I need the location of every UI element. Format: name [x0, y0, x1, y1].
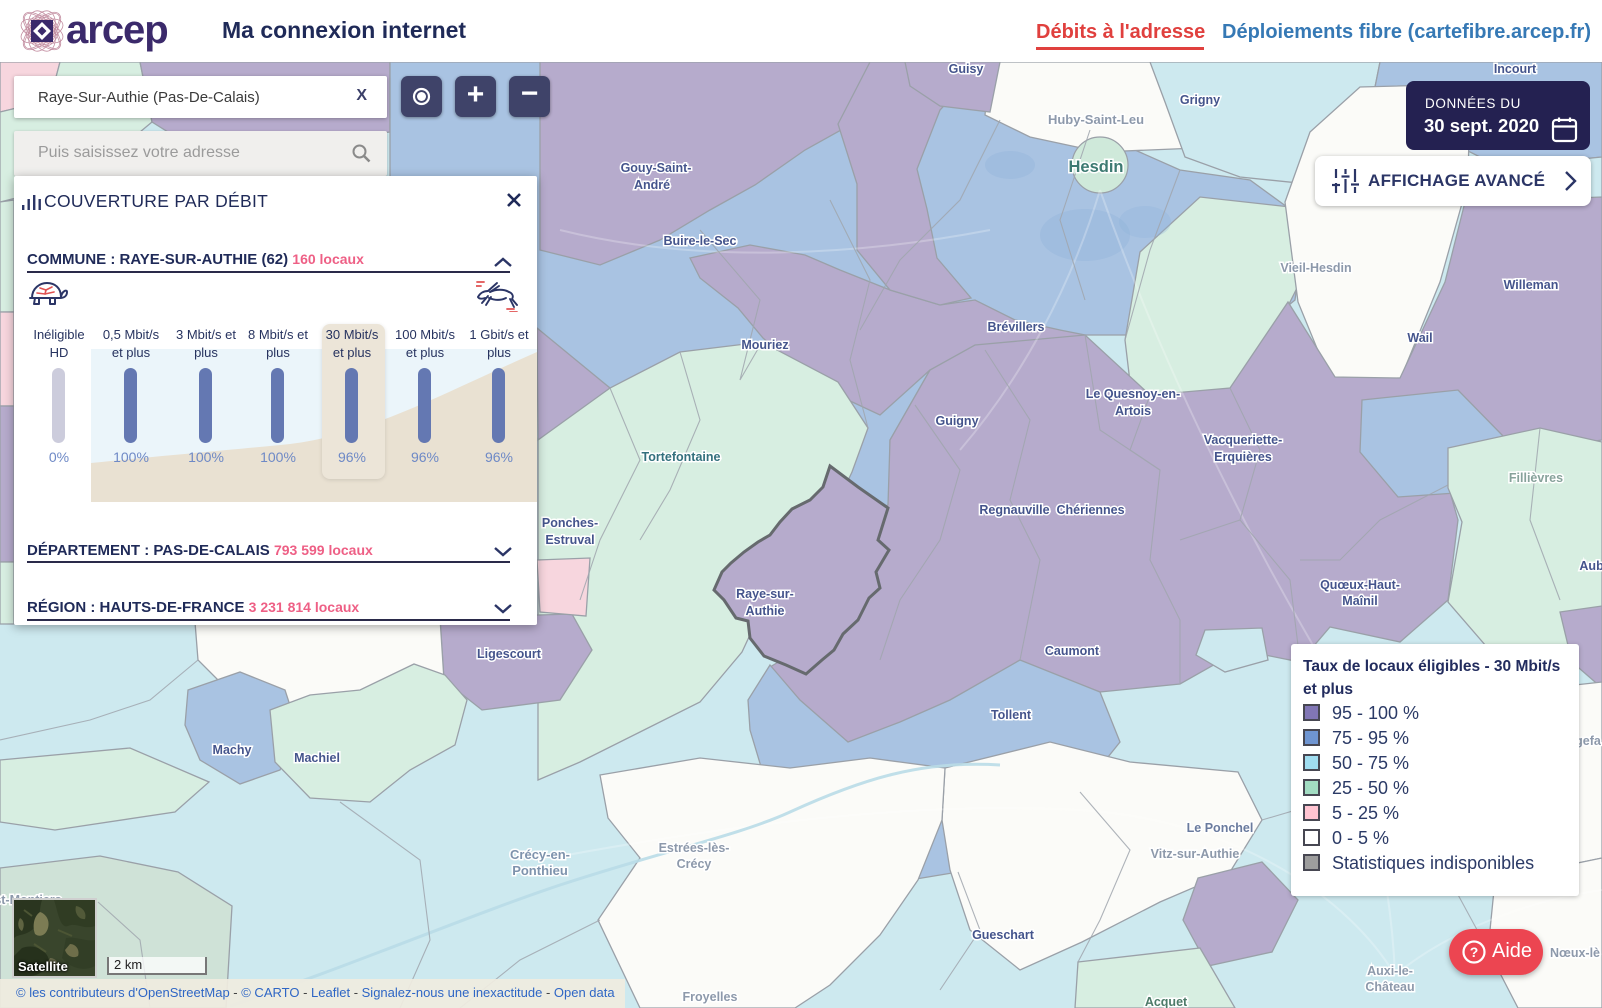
svg-text:Wail: Wail [1407, 331, 1432, 345]
svg-text:Gueschart: Gueschart [972, 928, 1035, 942]
svg-text:Regnauville Chériennes: Regnauville Chériennes [979, 503, 1124, 517]
svg-text:Gouy-Saint-: Gouy-Saint- [621, 161, 692, 175]
svg-text:Crécy-en-: Crécy-en- [510, 847, 570, 862]
svg-text:Caumont: Caumont [1045, 644, 1100, 658]
svg-text:Aubr: Aubr [1579, 559, 1602, 573]
svg-text:gefa: gefa [1575, 734, 1602, 748]
svg-text:Brévillers: Brévillers [988, 320, 1045, 334]
svg-text:Maînil: Maînil [1342, 594, 1377, 608]
svg-text:Tortefontaine: Tortefontaine [642, 450, 721, 464]
svg-text:Vitz-sur-Authie: Vitz-sur-Authie [1151, 847, 1240, 861]
svg-text:Machiel: Machiel [294, 751, 340, 765]
svg-text:Auxi-le-: Auxi-le- [1367, 964, 1413, 978]
svg-text:Vacqueriette-: Vacqueriette- [1204, 433, 1283, 447]
svg-text:Buire-le-Sec: Buire-le-Sec [664, 234, 737, 248]
svg-text:Machy: Machy [213, 743, 252, 757]
svg-text:Incourt: Incourt [1494, 62, 1537, 76]
svg-text:Froyelles: Froyelles [683, 990, 738, 1004]
svg-text:Le Ponchel: Le Ponchel [1187, 821, 1254, 835]
svg-text:Raye-sur-: Raye-sur- [736, 587, 794, 601]
svg-text:Ponthieu: Ponthieu [512, 863, 568, 878]
svg-text:Château: Château [1365, 980, 1414, 994]
svg-text:Nœux-lè: Nœux-lè [1550, 946, 1600, 960]
svg-text:Acquet: Acquet [1145, 995, 1188, 1008]
svg-text:Grigny: Grigny [1180, 93, 1220, 107]
svg-text:Huby-Saint-Leu: Huby-Saint-Leu [1048, 112, 1144, 127]
svg-text:Erquières: Erquières [1214, 450, 1272, 464]
svg-text:Estrées-lès-: Estrées-lès- [659, 841, 730, 855]
svg-text:?: ? [1470, 944, 1479, 960]
svg-text:Vieil-Hesdin: Vieil-Hesdin [1280, 261, 1351, 275]
svg-text:Estruval: Estruval [545, 533, 594, 547]
svg-text:André: André [634, 178, 670, 192]
svg-text:Hesdin: Hesdin [1068, 158, 1123, 176]
svg-text:Guisy: Guisy [949, 62, 984, 76]
svg-text:Willeman: Willeman [1504, 278, 1559, 292]
svg-text:Tollent: Tollent [991, 708, 1032, 722]
svg-text:Le Quesnoy-en-: Le Quesnoy-en- [1086, 387, 1180, 401]
svg-text:Ponches-: Ponches- [542, 516, 598, 530]
svg-text:Ligescourt: Ligescourt [477, 647, 542, 661]
svg-text:Mouriez: Mouriez [741, 338, 788, 352]
svg-text:Guigny: Guigny [935, 414, 978, 428]
svg-text:Artois: Artois [1115, 404, 1151, 418]
svg-text:Fillièvres: Fillièvres [1509, 471, 1563, 485]
svg-text:Authie: Authie [746, 604, 785, 618]
svg-text:Crécy: Crécy [677, 857, 712, 871]
svg-text:Quœux-Haut-: Quœux-Haut- [1320, 578, 1400, 592]
